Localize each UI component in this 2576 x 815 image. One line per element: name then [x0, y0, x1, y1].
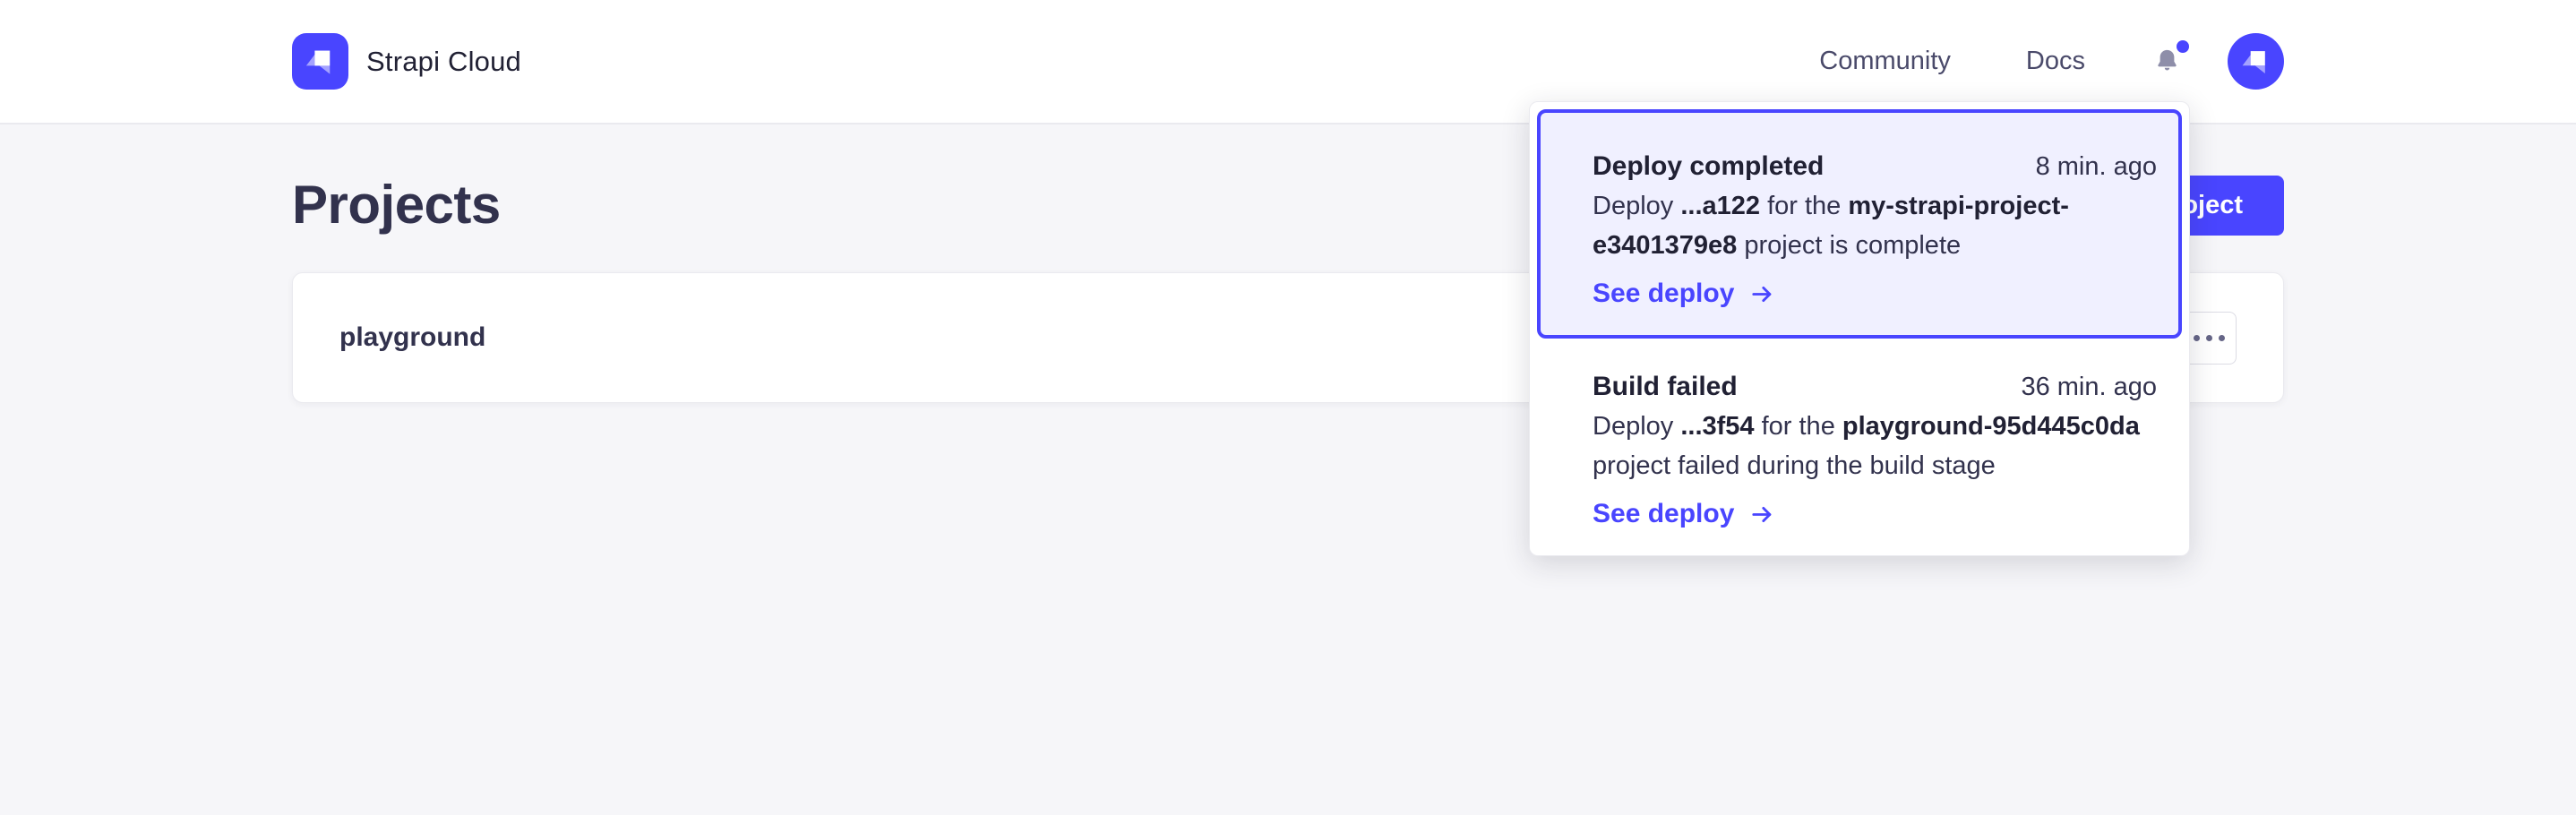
nav-community[interactable]: Community — [1819, 47, 1951, 76]
notifications-bell-button[interactable] — [2153, 47, 2181, 76]
notification-body: Deploy ...3f54 for the playground-95d445… — [1593, 407, 2157, 485]
notification-item-deploy-completed[interactable]: Deploy completed 8 min. ago Deploy ...a1… — [1537, 109, 2182, 339]
strapi-cloud-app: Strapi Cloud Community Docs — [0, 0, 2576, 815]
notification-body: Deploy ...a122 for the my-strapi-project… — [1593, 186, 2157, 265]
notification-head: Build failed 36 min. ago — [1593, 367, 2157, 407]
brand-home-link[interactable]: Strapi Cloud — [292, 33, 521, 90]
header-nav: Community Docs — [1819, 33, 2284, 90]
project-name: playground — [339, 322, 485, 353]
notification-timestamp: 8 min. ago — [2036, 147, 2157, 186]
notifications-popover: Deploy completed 8 min. ago Deploy ...a1… — [1529, 101, 2190, 556]
notification-title: Build failed — [1593, 367, 1738, 407]
notification-item-build-failed[interactable]: Build failed 36 min. ago Deploy ...3f54 … — [1537, 339, 2182, 548]
see-deploy-link[interactable]: See deploy — [1593, 494, 1776, 534]
notification-title: Deploy completed — [1593, 147, 1824, 186]
unread-indicator-dot — [2177, 40, 2189, 53]
notification-timestamp: 36 min. ago — [2021, 367, 2157, 407]
ellipsis-icon — [2194, 335, 2225, 341]
nav-docs[interactable]: Docs — [2026, 47, 2085, 76]
see-deploy-link[interactable]: See deploy — [1593, 274, 1776, 313]
notification-head: Deploy completed 8 min. ago — [1593, 147, 2157, 186]
user-avatar-button[interactable] — [2228, 33, 2284, 90]
app-header: Strapi Cloud Community Docs — [0, 0, 2576, 124]
arrow-right-icon — [1748, 280, 1776, 308]
strapi-avatar-icon — [2237, 43, 2275, 81]
page-title: Projects — [292, 176, 501, 235]
arrow-right-icon — [1748, 501, 1776, 528]
brand-name: Strapi Cloud — [366, 46, 521, 78]
strapi-logo-icon — [292, 33, 348, 90]
bell-icon — [2153, 47, 2181, 76]
